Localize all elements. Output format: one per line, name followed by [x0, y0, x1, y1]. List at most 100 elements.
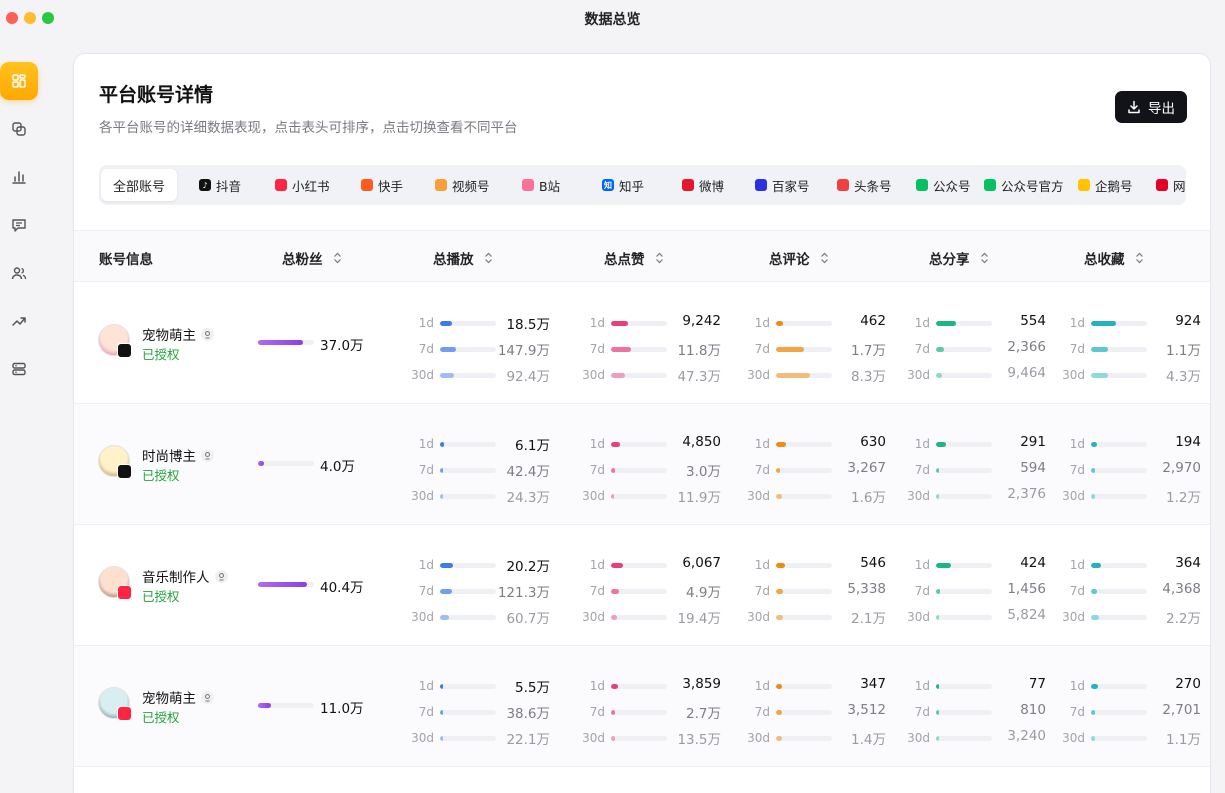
tab-douyin[interactable]: ♪ 抖音: [199, 169, 241, 201]
table-header: 账号信息 总粉丝 总播放 总点赞 总评论 总分享 总收藏: [74, 230, 1210, 282]
metric-bar-fill: [1091, 563, 1102, 568]
metric-value: 424: [1020, 555, 1046, 571]
metric-bar: [611, 563, 667, 568]
metric-value: 92.4万: [506, 369, 550, 385]
fans-value: 11.0万: [320, 701, 364, 717]
metric-value: 22.1万: [506, 732, 550, 748]
metric-line: 1d 424: [900, 555, 1050, 575]
tab-xiaohongshu[interactable]: 小红书: [275, 169, 330, 201]
metric-line: 30d 9,464: [900, 365, 1050, 385]
account-name[interactable]: 宠物萌主: [142, 324, 214, 344]
metric-bar: [440, 563, 496, 568]
sidebar-item-dashboard[interactable]: [0, 62, 38, 100]
period-label: 1d: [914, 679, 930, 693]
metric-value: 9,242: [682, 313, 721, 329]
period-label: 1d: [589, 437, 605, 451]
metric-comments: 1d 347 7d 3,512 30d 1.4万: [740, 646, 890, 767]
sidebar-item-messages[interactable]: [0, 206, 38, 244]
export-button[interactable]: 导出: [1115, 91, 1187, 123]
account-name[interactable]: 时尚博主: [142, 445, 214, 465]
account-name[interactable]: 音乐制作人: [142, 566, 228, 586]
metric-bar-fill: [1091, 494, 1096, 499]
table-row[interactable]: 时尚博主 已授权 4.0万 1d 6.1万 7d 42.4万 30d 24.3万 1d 4,850 7…: [74, 404, 1210, 525]
column-header-comments[interactable]: 总评论: [769, 248, 829, 268]
column-header-favorites[interactable]: 总收藏: [1084, 248, 1144, 268]
tab-baijiahao[interactable]: 百家号: [755, 169, 810, 201]
metric-shares: 1d 77 7d 810 30d 3,240: [900, 646, 1050, 767]
metric-bar: [776, 321, 832, 326]
metric-value: 2,376: [1007, 486, 1046, 502]
verified-icon: [201, 690, 214, 704]
fans-value: 40.4万: [320, 580, 364, 596]
metric-plays: 1d 18.5万 7d 147.9万 30d 92.4万: [404, 283, 554, 404]
metric-value: 1.2万: [1166, 490, 1201, 506]
metric-line: 30d 60.7万: [404, 607, 554, 627]
metric-value: 1.7万: [851, 343, 886, 359]
metric-line: 30d 1.4万: [740, 728, 890, 748]
sort-icon: [655, 252, 663, 264]
period-label: 7d: [914, 584, 930, 598]
tab-shipinhao[interactable]: 视频号: [435, 169, 490, 201]
metric-bar: [776, 373, 832, 378]
tab-bilibili[interactable]: B站: [522, 169, 560, 201]
period-label: 30d: [747, 610, 770, 624]
account-name[interactable]: 宠物萌主: [142, 687, 214, 707]
metric-bar: [936, 563, 992, 568]
metric-bar-fill: [936, 684, 939, 689]
verified-icon: [214, 569, 228, 583]
trend-icon: [12, 317, 26, 326]
sidebar-item-users[interactable]: [0, 254, 38, 292]
metric-plays: 1d 5.5万 7d 38.6万 30d 22.1万: [404, 646, 554, 767]
tab-zhihu[interactable]: 知知乎: [602, 169, 644, 201]
metric-bar: [1091, 321, 1147, 326]
metric-bar: [440, 615, 496, 620]
period-label: 30d: [747, 731, 770, 745]
column-header-likes[interactable]: 总点赞: [604, 248, 664, 268]
metric-value: 6.1万: [515, 438, 550, 454]
period-label: 30d: [411, 489, 434, 503]
sidebar-item-copy[interactable]: [0, 110, 38, 148]
metric-bar: [1091, 373, 1147, 378]
column-header-plays[interactable]: 总播放: [433, 248, 493, 268]
metric-line: 30d 24.3万: [404, 486, 554, 506]
table-row[interactable]: 音乐制作人 已授权 40.4万 1d 20.2万 7d 121.3万 30d 60.7万 1d 6,…: [74, 525, 1210, 646]
column-header-account[interactable]: 账号信息: [99, 248, 153, 268]
sidebar-item-trends[interactable]: [0, 302, 38, 340]
tab-wangyi[interactable]: 网: [1156, 169, 1186, 201]
metric-bar-fill: [936, 494, 939, 499]
period-label: 7d: [1069, 342, 1085, 356]
table-row[interactable]: 宠物萌主 已授权 37.0万 1d 18.5万 7d 147.9万 30d 92.4万 1d 9,2…: [74, 283, 1210, 404]
metric-bar: [936, 684, 992, 689]
table-row[interactable]: 宠物萌主 已授权 11.0万 1d 5.5万 7d 38.6万 30d 22.1万 1d 3,859…: [74, 646, 1210, 767]
metric-line: 7d 3,512: [740, 702, 890, 722]
metric-bar-fill: [776, 494, 782, 499]
metric-bar: [611, 710, 667, 715]
metric-bar-fill: [611, 494, 615, 499]
metric-bar-fill: [1091, 736, 1096, 741]
tab-all-accounts[interactable]: 全部账号: [101, 169, 178, 201]
sidebar-item-statistics[interactable]: [0, 158, 38, 196]
period-label: 30d: [907, 368, 930, 382]
tab-kuaishou[interactable]: 快手: [361, 169, 403, 201]
column-header-shares[interactable]: 总分享: [929, 248, 989, 268]
account-name-text: 宠物萌主: [142, 328, 196, 344]
title-bar: 数据总览: [0, 0, 1225, 36]
metric-value: 2.7万: [686, 706, 721, 722]
metric-bar: [776, 615, 832, 620]
tab-qiehao[interactable]: 企鹅号: [1078, 169, 1133, 201]
metric-bar: [1091, 468, 1147, 473]
tab-wechat[interactable]: 公众号: [916, 169, 971, 201]
metric-line: 30d 11.9万: [575, 486, 725, 506]
sidebar-item-server[interactable]: [0, 350, 38, 388]
metric-bar: [776, 736, 832, 741]
metric-line: 30d 3,240: [900, 728, 1050, 748]
tab-toutiao[interactable]: 头条号: [837, 169, 892, 201]
column-header-fans[interactable]: 总粉丝: [282, 248, 342, 268]
period-label: 1d: [589, 316, 605, 330]
tab-weibo[interactable]: 微博: [682, 169, 724, 201]
metric-line: 30d 22.1万: [404, 728, 554, 748]
tab-wechat-official[interactable]: 公众号官方: [984, 169, 1064, 201]
douyin-icon: [117, 464, 132, 479]
metric-bar-fill: [936, 736, 939, 741]
metric-bar-fill: [611, 710, 616, 715]
